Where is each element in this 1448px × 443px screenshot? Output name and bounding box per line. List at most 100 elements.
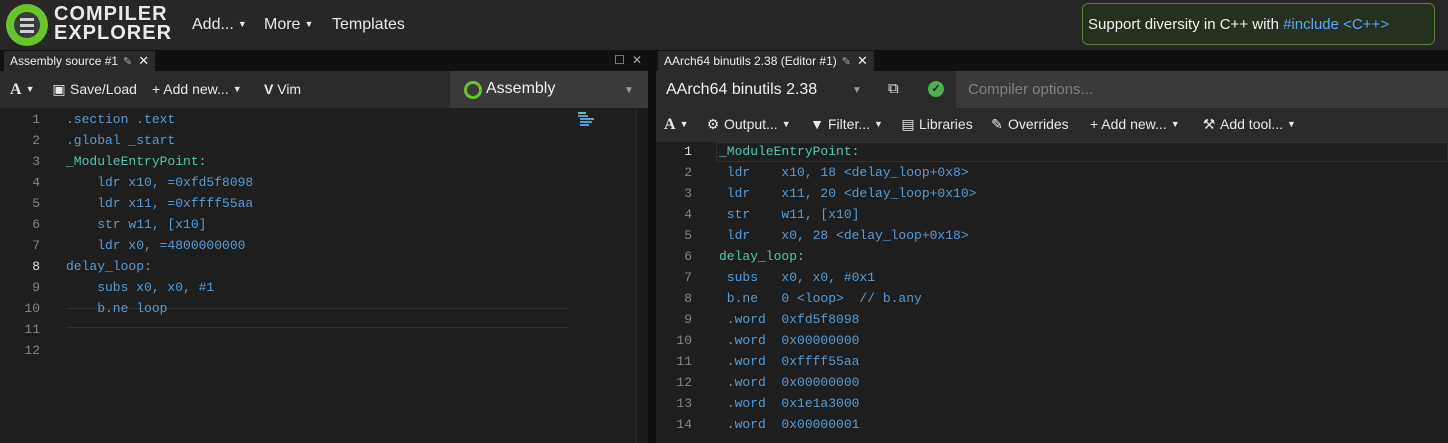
line-number: 11: [676, 354, 692, 369]
maximize-icon[interactable]: ☐: [614, 53, 625, 67]
tab-assembly-source[interactable]: Assembly source #1 ✎ ✕: [4, 51, 156, 71]
compiler-options-input[interactable]: Compiler options...: [956, 71, 1448, 108]
libraries-button[interactable]: ▤ Libraries: [901, 116, 972, 133]
filter-menu-button[interactable]: ▼ Filter... ▼: [810, 116, 883, 132]
asm-line: str w11, [x10]: [719, 207, 860, 222]
font-size-button[interactable]: A ▼: [10, 81, 34, 99]
add-tool-button[interactable]: ⚒ Add tool... ▼: [1202, 116, 1296, 133]
output-toolbar: A ▼ ⚙ Output... ▼ ▼ Filter... ▼ ▤ Libraries ✎ O…: [656, 108, 1448, 142]
chevron-down-icon[interactable]: ▼: [852, 85, 862, 96]
logo-text[interactable]: COMPILER EXPLORER: [54, 4, 172, 43]
asm-line: delay_loop:: [719, 249, 805, 264]
close-icon[interactable]: ✕: [138, 53, 149, 68]
save-icon: ▣: [52, 81, 66, 97]
language-select[interactable]: Assembly ▼: [450, 71, 648, 108]
assembly-language-icon: [464, 81, 482, 99]
line-number: 13: [676, 396, 692, 411]
nav-more-menu[interactable]: More ▼: [264, 16, 313, 34]
code-line: _ModuleEntryPoint:: [66, 154, 207, 169]
close-icon[interactable]: ✕: [857, 53, 868, 68]
code-editor[interactable]: 1 2 3 4 5 6 7 8 9 10 11 12 .section .tex…: [0, 108, 640, 443]
line-number: 3: [684, 186, 692, 201]
line-number: 7: [684, 270, 692, 285]
minimap-icon[interactable]: [576, 111, 600, 129]
pencil-icon[interactable]: ✎: [123, 56, 132, 68]
compiler-bar: AArch64 binutils 2.38 ▼ ⧉ ✓ Compiler opt…: [656, 71, 1448, 108]
vim-toggle-button[interactable]: V Vim: [264, 81, 301, 97]
asm-line: .word 0xffff55aa: [719, 354, 860, 369]
wrench-icon: ✎: [991, 116, 1003, 132]
plus-icon: +: [1090, 116, 1102, 132]
nav-templates[interactable]: Templates: [332, 16, 405, 34]
tab-compiler[interactable]: AArch64 binutils 2.38 (Editor #1) ✎ ✕: [658, 51, 874, 71]
caret-down-icon: ▼: [304, 19, 314, 29]
line-number: 4: [32, 175, 40, 190]
caret-down-icon: ▼: [1170, 119, 1180, 129]
line-number: 11: [24, 322, 40, 337]
line-number: 9: [684, 312, 692, 327]
editor-toolbar: A ▼ ▣ Save/Load + Add new... ▼ V Vim Assemb…: [0, 71, 648, 108]
pencil-icon[interactable]: ✎: [842, 56, 851, 68]
line-number: 12: [676, 375, 692, 390]
line-number: 14: [676, 417, 692, 432]
caret-down-icon: ▼: [232, 84, 242, 94]
caret-down-icon: ▼: [781, 119, 791, 129]
line-number: 2: [32, 133, 40, 148]
code-line: subs x0, x0, #1: [66, 280, 215, 295]
chevron-down-icon: ▼: [624, 85, 634, 96]
tab-bar: AArch64 binutils 2.38 (Editor #1) ✎ ✕: [656, 51, 1448, 71]
pane-splitter[interactable]: [648, 51, 656, 443]
code-line: ldr x0, =4800000000: [66, 238, 246, 253]
line-number: 10: [24, 301, 40, 316]
code-line: b.ne loop: [66, 301, 168, 316]
overrides-button[interactable]: ✎ Overrides: [990, 116, 1069, 133]
font-size-button[interactable]: A ▼: [664, 116, 688, 134]
compiler-explorer-logo-icon[interactable]: [6, 4, 48, 46]
line-number: 9: [32, 280, 40, 295]
line-number: 1: [32, 112, 40, 127]
source-editor-pane: Assembly source #1 ✎ ✕ ☐ ✕ A ▼ ▣ Save/Load +…: [0, 51, 649, 443]
code-line: .section .text: [66, 112, 176, 127]
output-menu-button[interactable]: ⚙ Output... ▼: [706, 116, 791, 133]
promo-banner[interactable]: Support diversity in C++ with #include <…: [1082, 3, 1435, 45]
nav-add-menu[interactable]: Add... ▼: [192, 16, 247, 34]
line-number: 8: [32, 259, 40, 274]
asm-line: ldr x10, 18 <delay_loop+0x8>: [719, 165, 969, 180]
code-line: ldr x10, =0xfd5f8098: [66, 175, 254, 190]
compile-success-icon[interactable]: ✓: [928, 81, 944, 97]
asm-line: .word 0x00000001: [719, 417, 860, 432]
compiler-select[interactable]: AArch64 binutils 2.38: [666, 81, 817, 99]
plus-icon: +: [152, 81, 164, 97]
caret-down-icon: ▼: [1287, 119, 1296, 129]
gear-icon: ⚙: [706, 116, 720, 132]
line-number: 3: [32, 154, 40, 169]
filter-icon: ▼: [810, 116, 824, 132]
code-line: str w11, [x10]: [66, 217, 207, 232]
line-number: 7: [32, 238, 40, 253]
save-load-button[interactable]: ▣ Save/Load: [52, 81, 137, 98]
line-number: 5: [684, 228, 692, 243]
code-line: delay_loop:: [66, 259, 152, 274]
asm-line: ldr x11, 20 <delay_loop+0x10>: [719, 186, 977, 201]
asm-line: .word 0x00000000: [719, 375, 860, 390]
top-navbar: COMPILER EXPLORER Add... ▼ More ▼ Template…: [0, 0, 1448, 51]
vim-icon: V: [264, 81, 278, 97]
assembly-output[interactable]: 1 2 3 4 5 6 7 8 9 10 11 12 13 14 _Module…: [656, 142, 1448, 443]
compiler-output-pane: AArch64 binutils 2.38 (Editor #1) ✎ ✕ AArc…: [656, 51, 1448, 443]
line-number: 1: [684, 144, 692, 159]
promo-link[interactable]: #include <C++>: [1283, 16, 1389, 33]
close-pane-icon[interactable]: ✕: [632, 53, 642, 67]
asm-line: .word 0x1e1a3000: [719, 396, 860, 411]
line-number: 8: [684, 291, 692, 306]
caret-down-icon: ▼: [679, 119, 689, 129]
tool-icon: ⚒: [1202, 116, 1216, 132]
add-new-button[interactable]: + Add new... ▼: [152, 81, 242, 97]
add-new-button[interactable]: + Add new... ▼: [1090, 116, 1180, 132]
asm-line: subs x0, x0, #0x1: [719, 270, 876, 285]
popout-icon[interactable]: ⧉: [888, 80, 899, 97]
book-icon: ▤: [901, 116, 915, 132]
asm-line: b.ne 0 <loop> // b.any: [719, 291, 922, 306]
line-number: 2: [684, 165, 692, 180]
caret-down-icon: ▼: [25, 84, 35, 94]
asm-line: _ModuleEntryPoint:: [719, 144, 860, 159]
